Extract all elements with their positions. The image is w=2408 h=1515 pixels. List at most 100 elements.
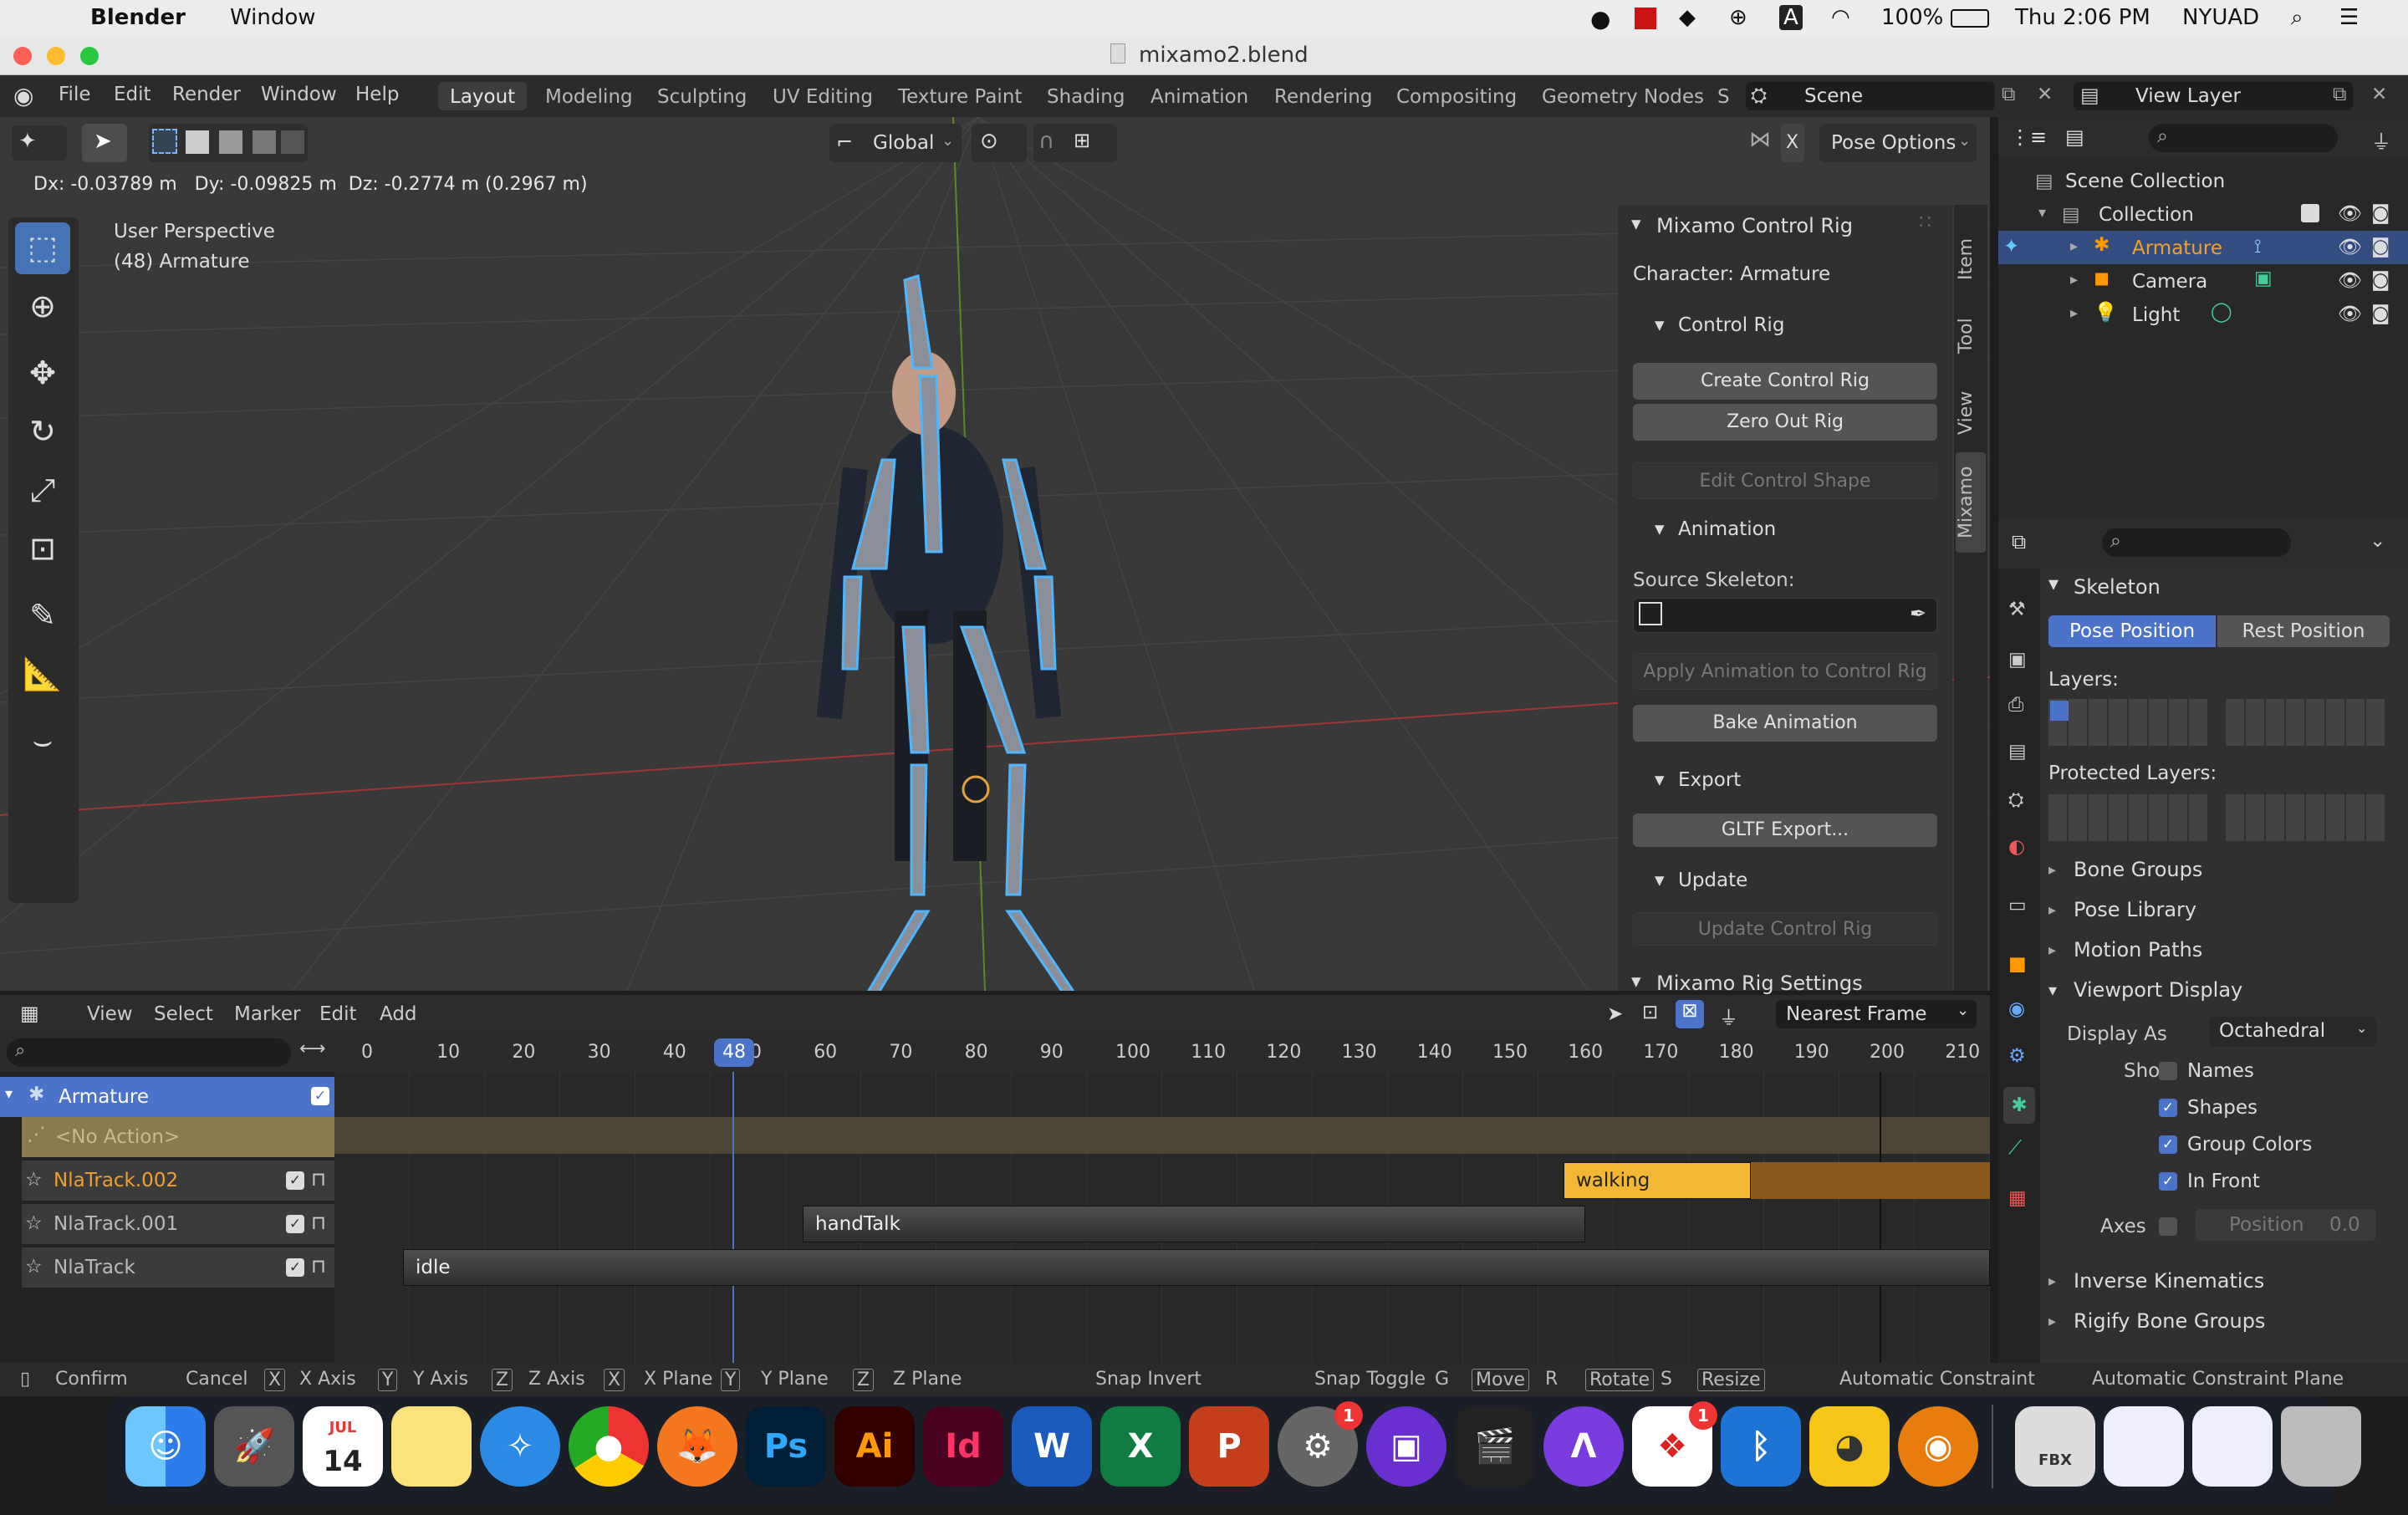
remove-view-layer-icon[interactable]: ✕	[2371, 84, 2387, 105]
viewport-display-panel-header[interactable]: Viewport Display	[2074, 978, 2242, 1002]
display-mode-icon[interactable]: ▤	[2065, 125, 2084, 149]
lock-icon[interactable]: ⊓	[311, 1212, 326, 1234]
nla-search-input[interactable]: ⌕	[7, 1038, 291, 1067]
launchpad-icon[interactable]: 🚀	[214, 1406, 294, 1487]
modifier-tab-icon[interactable]: ◉	[2008, 998, 2025, 1020]
eye-icon[interactable]: 👁	[2338, 303, 2362, 325]
transform-orientation-dropdown[interactable]: ⌐ Global ⌄	[829, 124, 962, 162]
texture-tab-icon[interactable]: ▦	[2008, 1187, 2027, 1209]
chrome-icon[interactable]: ●	[569, 1406, 649, 1487]
world-tab-icon[interactable]: ◐	[2008, 836, 2025, 858]
track-mute-checkbox[interactable]: ✓	[286, 1171, 304, 1190]
bake-animation-button[interactable]: Bake Animation	[1633, 705, 1937, 742]
channel-armature[interactable]: ▾ ✱ Armature ✓	[0, 1077, 334, 1117]
accessibility-icon[interactable]: ⊕	[1729, 5, 1747, 30]
lock-icon[interactable]: ⊓	[311, 1256, 326, 1278]
control-rig-subheader[interactable]: ▾ Control Rig	[1618, 305, 1952, 344]
lock-icon[interactable]: ⊓	[311, 1169, 326, 1191]
new-view-layer-icon[interactable]: ⧉	[2333, 84, 2346, 105]
bone-layers-grid-2[interactable]	[2226, 699, 2386, 746]
chevron-down-icon[interactable]: ⌄	[2370, 530, 2385, 552]
blender-logo-icon[interactable]: ◉	[13, 82, 33, 110]
spotlight-search-icon[interactable]: ⌕	[2291, 5, 2303, 31]
editor-type-icon[interactable]: ⋮≡	[2010, 125, 2047, 149]
filter-icon[interactable]: ⏚	[1719, 1002, 1738, 1030]
tab-mixamo[interactable]: Mixamo	[1956, 452, 1986, 553]
battery-icon[interactable]	[1951, 9, 1989, 28]
expand-arrow-icon[interactable]: ▾	[2038, 204, 2046, 222]
select-new-icon[interactable]	[152, 129, 177, 154]
show-hidden-icon[interactable]: ⊡	[1642, 1002, 1658, 1023]
notes-icon[interactable]	[391, 1406, 472, 1487]
editor-type-icon[interactable]: ▦	[20, 1002, 39, 1025]
filter-icon[interactable]: ⏚	[2371, 125, 2391, 155]
protected-layers-grid-2[interactable]	[2226, 794, 2386, 841]
bone-groups-panel-header[interactable]: Bone Groups	[2074, 858, 2202, 881]
eyedropper-icon[interactable]: ✒	[1910, 602, 1926, 625]
annotate-tool[interactable]: ✎	[15, 590, 70, 642]
camera-render-icon[interactable]: ◙	[2371, 303, 2390, 324]
motion-paths-panel-header[interactable]: Motion Paths	[2074, 938, 2202, 962]
zoom-window-button[interactable]	[80, 47, 99, 65]
pose-options-dropdown[interactable]: Pose Options ⌄	[1819, 124, 1977, 162]
drag-handle-icon[interactable]: ∷	[1919, 212, 1931, 233]
bone-layers-grid-1[interactable]	[2048, 699, 2209, 746]
rotate-tool[interactable]: ↻	[15, 406, 70, 458]
playhead-line[interactable]	[732, 1072, 734, 1363]
bone-tab-icon[interactable]: ⟋	[2008, 1137, 2022, 1159]
camera-render-icon[interactable]: ◙	[2371, 202, 2390, 224]
user-name[interactable]: NYUAD	[2182, 5, 2259, 30]
eye-icon[interactable]: 👁	[2338, 202, 2362, 225]
menu-help[interactable]: Help	[355, 84, 399, 105]
outliner-row-armature[interactable]: ✦ ▸ ✱ Armature ⟟ 👁 ◙	[1998, 231, 2408, 264]
channel-nlatrack-001[interactable]: ☆ NlaTrack.001 ✓ ⊓	[22, 1204, 334, 1244]
screenshot-thumb-1[interactable]	[2104, 1406, 2184, 1487]
tab-scripting[interactable]: S	[1714, 82, 1733, 110]
status-icon-3[interactable]: ◆	[1679, 5, 1696, 30]
rigify-bone-groups-panel-header[interactable]: Rigify Bone Groups	[2074, 1309, 2265, 1333]
shapes-checkbox[interactable]: ✓	[2159, 1099, 2177, 1117]
indesign-icon[interactable]: Id	[923, 1406, 1003, 1487]
menu-render[interactable]: Render	[172, 84, 241, 105]
export-subheader[interactable]: ▾ Export	[1618, 760, 1952, 798]
armature-figure[interactable]	[816, 274, 1087, 991]
calendar-icon[interactable]: JUL 14	[303, 1406, 383, 1487]
illustrator-icon[interactable]: Ai	[834, 1406, 915, 1487]
selection-mode-group[interactable]	[149, 124, 308, 162]
apply-animation-button[interactable]: Apply Animation to Control Rig	[1633, 653, 1937, 690]
scene-tab-icon[interactable]: ⛭	[2008, 789, 2023, 811]
select-subtract-icon[interactable]	[219, 130, 242, 154]
camera-render-icon[interactable]: ◙	[2371, 269, 2390, 291]
properties-search-input[interactable]: ⌕	[2102, 528, 2291, 557]
arc-icon[interactable]: Λ	[1543, 1406, 1624, 1487]
output-tab-icon[interactable]: ⎙	[2008, 694, 2023, 716]
bluetooth-icon[interactable]: ᛒ	[1721, 1406, 1801, 1487]
tab-modeling[interactable]: Modeling	[533, 82, 645, 110]
animation-subheader[interactable]: ▾ Animation	[1618, 509, 1952, 548]
strip-handtalk[interactable]: handTalk	[803, 1206, 1585, 1242]
solo-star-icon[interactable]: ☆	[25, 1212, 43, 1234]
trash-icon[interactable]	[2281, 1406, 2361, 1487]
screenshot-thumb-2[interactable]	[2192, 1406, 2273, 1487]
close-window-button[interactable]	[13, 47, 32, 65]
nla-timeline-ruler[interactable]: ⌕ ⟷ 010203040506070809010011012013014015…	[0, 1033, 1990, 1072]
safari-icon[interactable]: ✧	[480, 1406, 560, 1487]
scale-tool[interactable]: ⤢	[15, 465, 70, 517]
bone-size-tool[interactable]: ⌣	[15, 716, 70, 768]
channel-nlatrack[interactable]: ☆ NlaTrack ✓ ⊓	[22, 1247, 334, 1288]
gift-app-icon[interactable]: ❖ 1	[1632, 1401, 1717, 1487]
excel-icon[interactable]: X	[1100, 1406, 1181, 1487]
tab-sculpting[interactable]: Sculpting	[645, 82, 758, 110]
show-errors-icon[interactable]: ⊠	[1676, 1000, 1704, 1028]
object-tab-icon[interactable]: ■	[2008, 953, 2027, 975]
swap-icon[interactable]: ⟷	[299, 1038, 326, 1059]
rest-position-button[interactable]: Rest Position	[2217, 615, 2390, 647]
pose-library-panel-header[interactable]: Pose Library	[2074, 898, 2196, 921]
names-checkbox[interactable]	[2159, 1062, 2177, 1080]
tab-uv-editing[interactable]: UV Editing	[761, 82, 885, 110]
in-front-checkbox[interactable]: ✓	[2159, 1172, 2177, 1191]
menu-window[interactable]: Window	[261, 84, 337, 105]
menu-marker[interactable]: Marker	[234, 1003, 301, 1025]
track-mute-checkbox[interactable]: ✓	[286, 1258, 304, 1277]
collection-tab-icon[interactable]: ▭	[2008, 895, 2027, 916]
